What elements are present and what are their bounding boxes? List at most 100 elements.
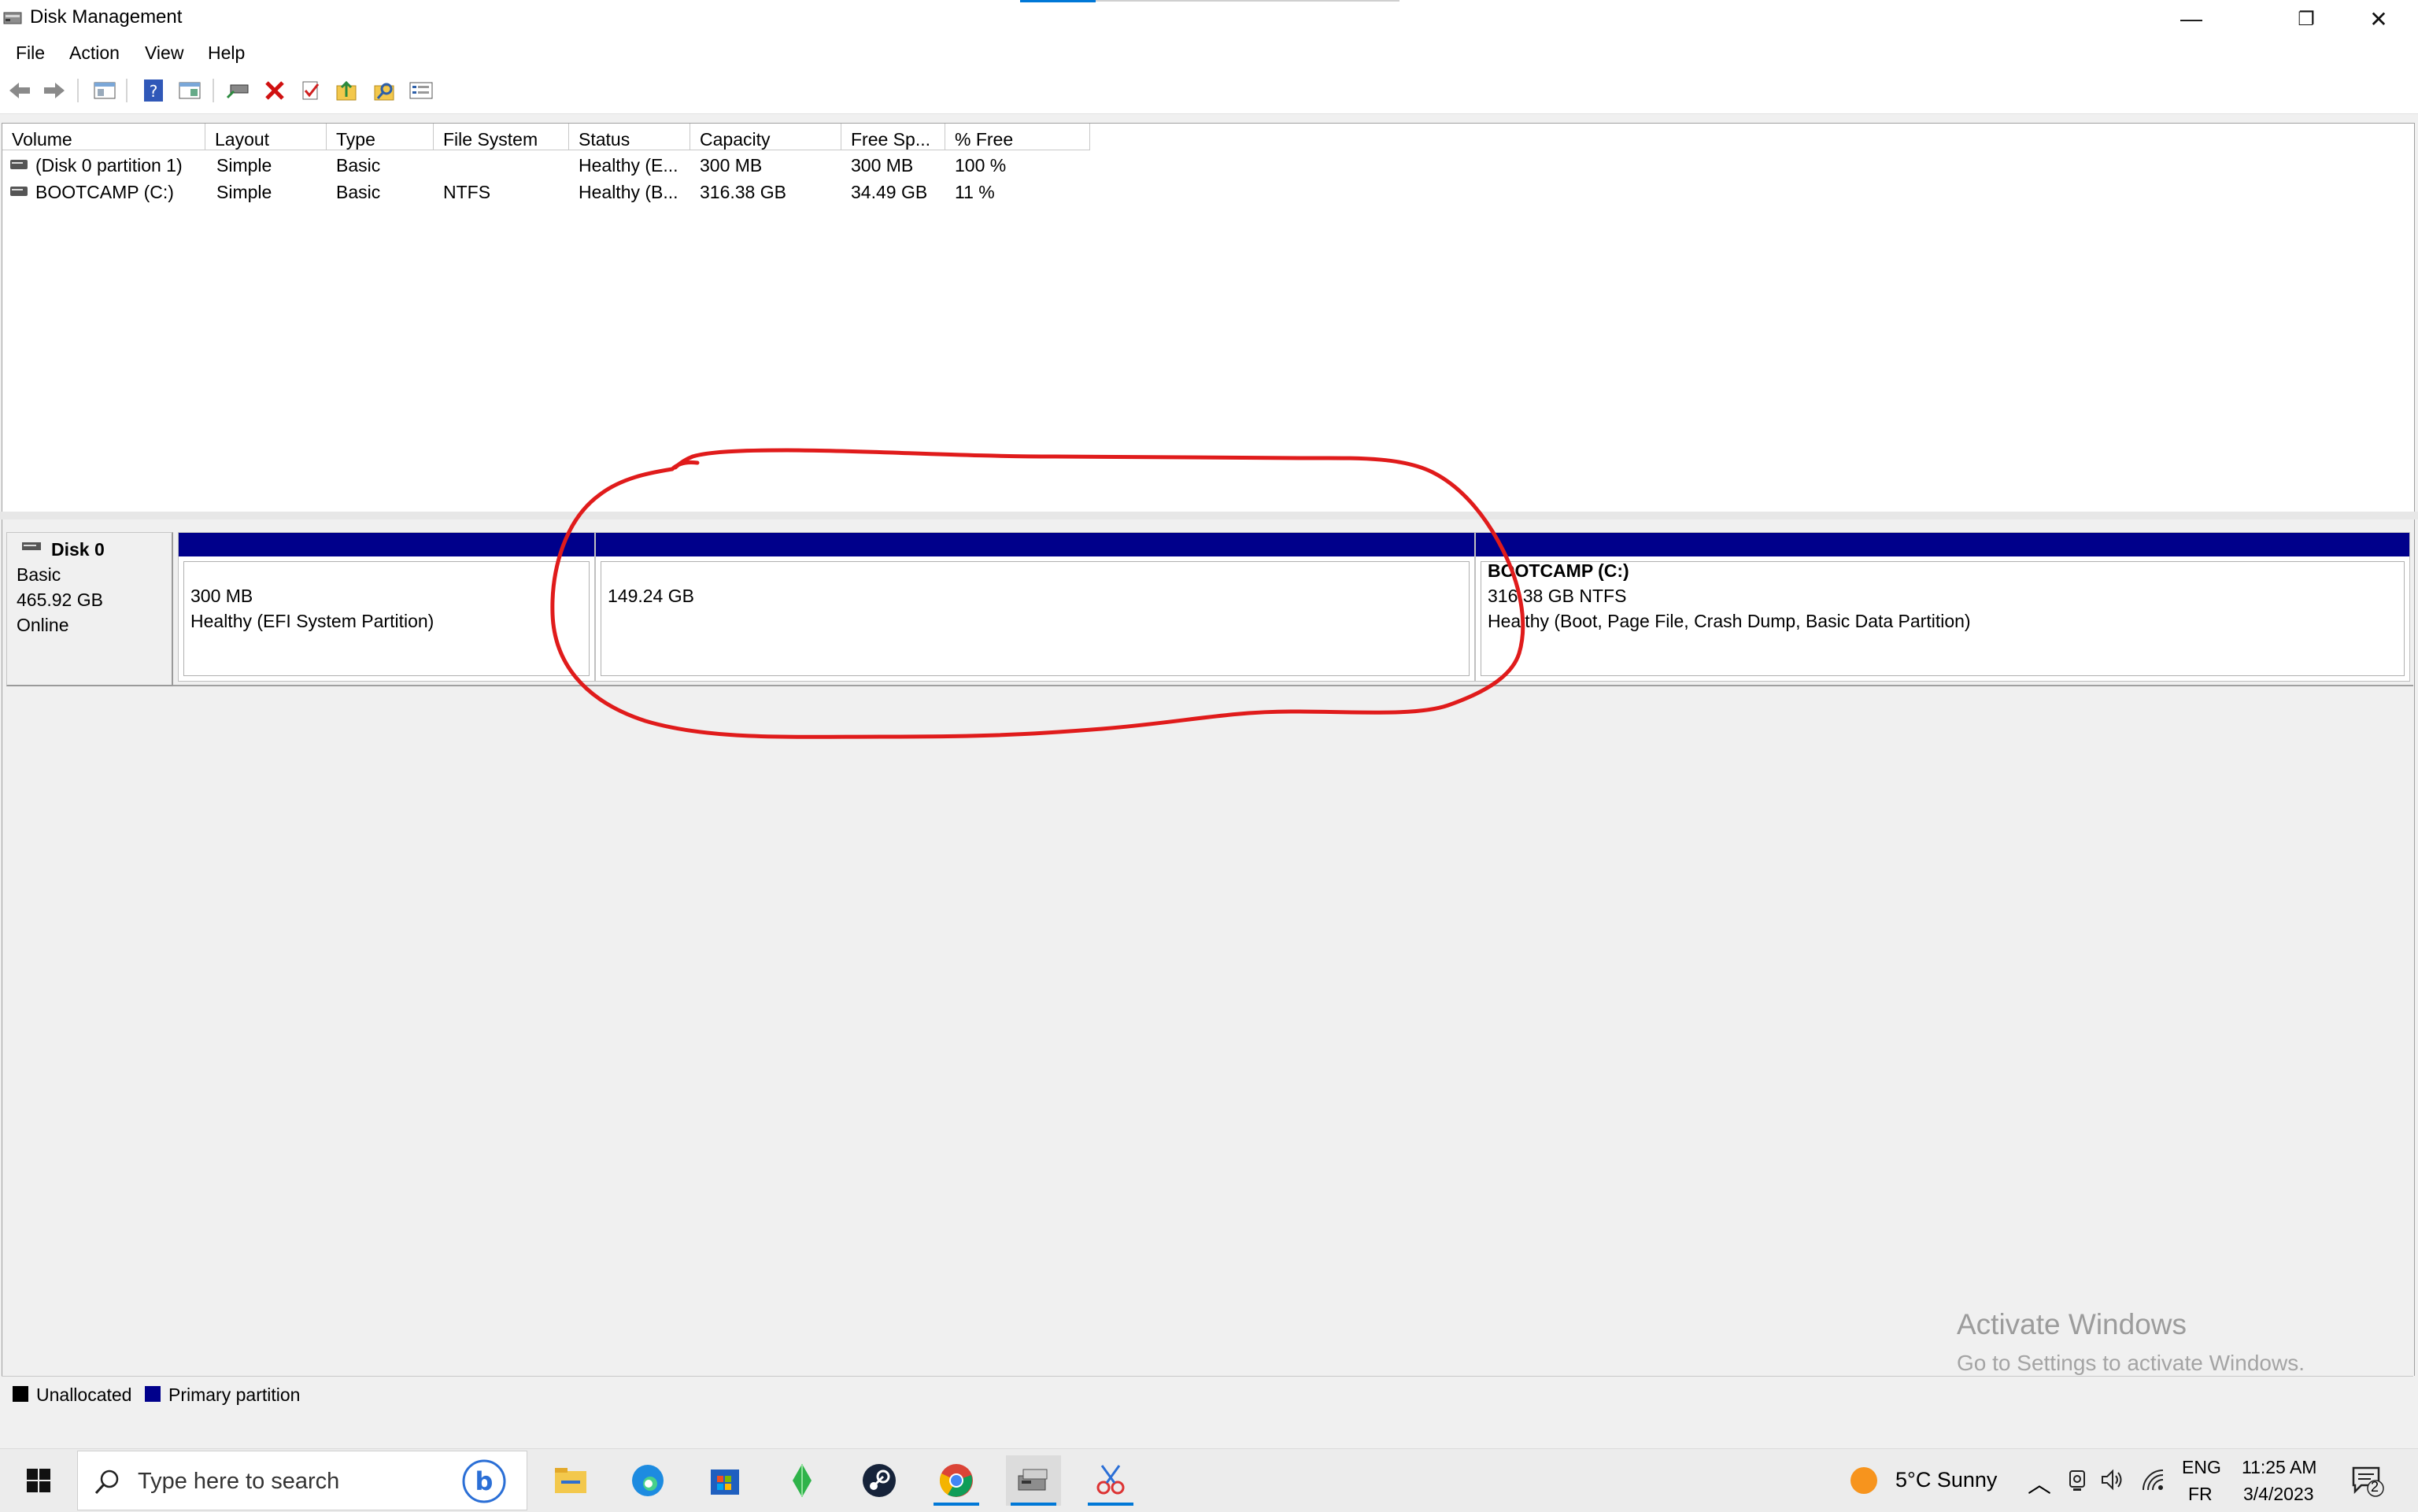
legend-primary-label: Primary partition [168, 1384, 301, 1405]
up-folder-icon [336, 80, 357, 101]
wifi-icon[interactable] [2141, 1468, 2165, 1492]
help-button[interactable]: ? [140, 77, 167, 104]
pane-splitter[interactable] [0, 512, 2418, 519]
taskbar-store[interactable] [697, 1455, 752, 1506]
close-button[interactable]: ✕ [2342, 0, 2415, 38]
partition-body: 149.24 GB [601, 561, 1470, 676]
clock-time[interactable]: 11:25 AM [2242, 1457, 2316, 1478]
clock-date[interactable]: 3/4/2023 [2243, 1484, 2314, 1505]
column-header-percent-free[interactable]: % Free [945, 124, 1090, 150]
language-primary[interactable]: ENG [2182, 1457, 2221, 1478]
toolbar: ? [0, 69, 2418, 114]
window-title: Disk Management [30, 6, 183, 28]
weather-text[interactable]: 5°C Sunny [1895, 1468, 1997, 1492]
cell-layout: Simple [216, 182, 272, 202]
delete-button[interactable] [261, 77, 288, 104]
console-tree-button[interactable] [91, 77, 118, 104]
volume-icon[interactable] [2100, 1468, 2125, 1492]
legend-unallocated-label: Unallocated [36, 1384, 132, 1405]
title-accent-line-grey [1096, 0, 1399, 2]
partition-body: BOOTCAMP (C:) 316.38 GB NTFS Healthy (Bo… [1481, 560, 2405, 676]
cell-free-space: 34.49 GB [851, 182, 928, 202]
taskbar-snipping-tool[interactable] [1083, 1455, 1138, 1506]
disk-0-label[interactable]: Disk 0 Basic 465.92 GB Online [6, 532, 173, 686]
file-explorer-icon [555, 1468, 586, 1493]
taskbar-file-explorer[interactable] [543, 1455, 598, 1506]
menu-action[interactable]: Action [69, 43, 120, 64]
action-center-button[interactable]: 2 [2350, 1463, 2385, 1498]
toolbar-separator [213, 79, 214, 102]
notification-count: 2 [2371, 1479, 2379, 1495]
weather-sun-icon[interactable] [1848, 1465, 1880, 1496]
column-header-type[interactable]: Type [327, 124, 434, 150]
volume-icon [10, 160, 28, 169]
taskbar-chrome[interactable] [929, 1455, 984, 1506]
partition-bar-primary [179, 533, 594, 556]
delete-icon [265, 81, 284, 100]
cell-free-space: 300 MB [851, 155, 914, 176]
steam-icon [863, 1464, 896, 1497]
tray-chevron-up-icon[interactable]: ︿ [2028, 1465, 2051, 1499]
connect-button[interactable] [225, 77, 252, 104]
notification-icon [2352, 1466, 2384, 1497]
cell-capacity: 316.38 GB [700, 182, 786, 202]
help-icon: ? [144, 79, 163, 102]
column-header-file-system[interactable]: File System [434, 124, 569, 150]
console-tree-icon [94, 82, 116, 99]
check-button[interactable] [298, 77, 324, 104]
taskbar-edge[interactable] [620, 1455, 675, 1506]
up-folder-button[interactable] [334, 77, 360, 104]
menu-bar: File Action View Help [0, 38, 2418, 69]
menu-help[interactable]: Help [208, 43, 245, 64]
start-button[interactable] [11, 1455, 66, 1506]
cell-percent-free: 100 % [955, 155, 1007, 176]
search-folder-button[interactable] [372, 77, 398, 104]
column-header-volume[interactable]: Volume [2, 124, 205, 150]
forward-icon [44, 83, 65, 98]
menu-view[interactable]: View [145, 43, 183, 64]
sims-icon [793, 1464, 812, 1497]
column-header-layout[interactable]: Layout [205, 124, 327, 150]
taskbar-steam[interactable] [852, 1455, 907, 1506]
partition-size: 149.24 GB [608, 586, 694, 606]
legend-primary-swatch [145, 1386, 161, 1402]
taskbar-search-box[interactable]: Type here to search b [77, 1451, 527, 1510]
legend-bar: Unallocated Primary partition [2, 1376, 2413, 1410]
forward-button[interactable] [41, 77, 68, 104]
list-icon [409, 82, 433, 99]
disk-name: Disk 0 [51, 539, 105, 560]
running-indicator [1011, 1503, 1056, 1506]
minimize-button[interactable]: — [2155, 0, 2228, 38]
cell-volume: BOOTCAMP (C:) [35, 182, 174, 202]
edge-icon [632, 1465, 664, 1496]
cell-status: Healthy (B... [579, 182, 678, 202]
taskbar-sims[interactable] [775, 1455, 830, 1506]
taskbar: Type here to search b 5°C Sunny ︿ ENG FR… [0, 1448, 2418, 1512]
search-folder-icon [374, 83, 394, 101]
status-bar [0, 1409, 2418, 1447]
column-header-free-space[interactable]: Free Sp... [841, 124, 945, 150]
partition-bar-primary [1476, 533, 2409, 556]
partition-body: 300 MB Healthy (EFI System Partition) [183, 561, 590, 676]
partition-status: Healthy (Boot, Page File, Crash Dump, Ba… [1488, 611, 1971, 631]
back-button[interactable] [6, 77, 33, 104]
properties-icon [179, 82, 201, 99]
webcam-icon[interactable] [2067, 1469, 2087, 1492]
restore-button[interactable]: ❐ [2270, 0, 2342, 38]
disk-management-app-icon [3, 12, 22, 24]
language-secondary[interactable]: FR [2188, 1484, 2213, 1505]
menu-file[interactable]: File [16, 43, 45, 64]
bing-icon[interactable]: b [462, 1459, 506, 1503]
partition-efi[interactable]: 300 MB Healthy (EFI System Partition) [178, 532, 595, 682]
snipping-tool-icon [1096, 1465, 1125, 1495]
partition-bootcamp[interactable]: BOOTCAMP (C:) 316.38 GB NTFS Healthy (Bo… [1475, 532, 2410, 682]
volume-list: Volume Layout Type File System Status Ca… [2, 123, 2415, 513]
column-header-status[interactable]: Status [569, 124, 690, 150]
search-icon [94, 1469, 119, 1495]
partition-unlabeled[interactable]: 149.24 GB [595, 532, 1475, 682]
properties-button[interactable] [176, 77, 203, 104]
list-button[interactable] [408, 77, 434, 104]
column-header-capacity[interactable]: Capacity [690, 124, 841, 150]
disk-type: Basic [17, 564, 61, 585]
taskbar-disk-management[interactable] [1006, 1455, 1061, 1506]
